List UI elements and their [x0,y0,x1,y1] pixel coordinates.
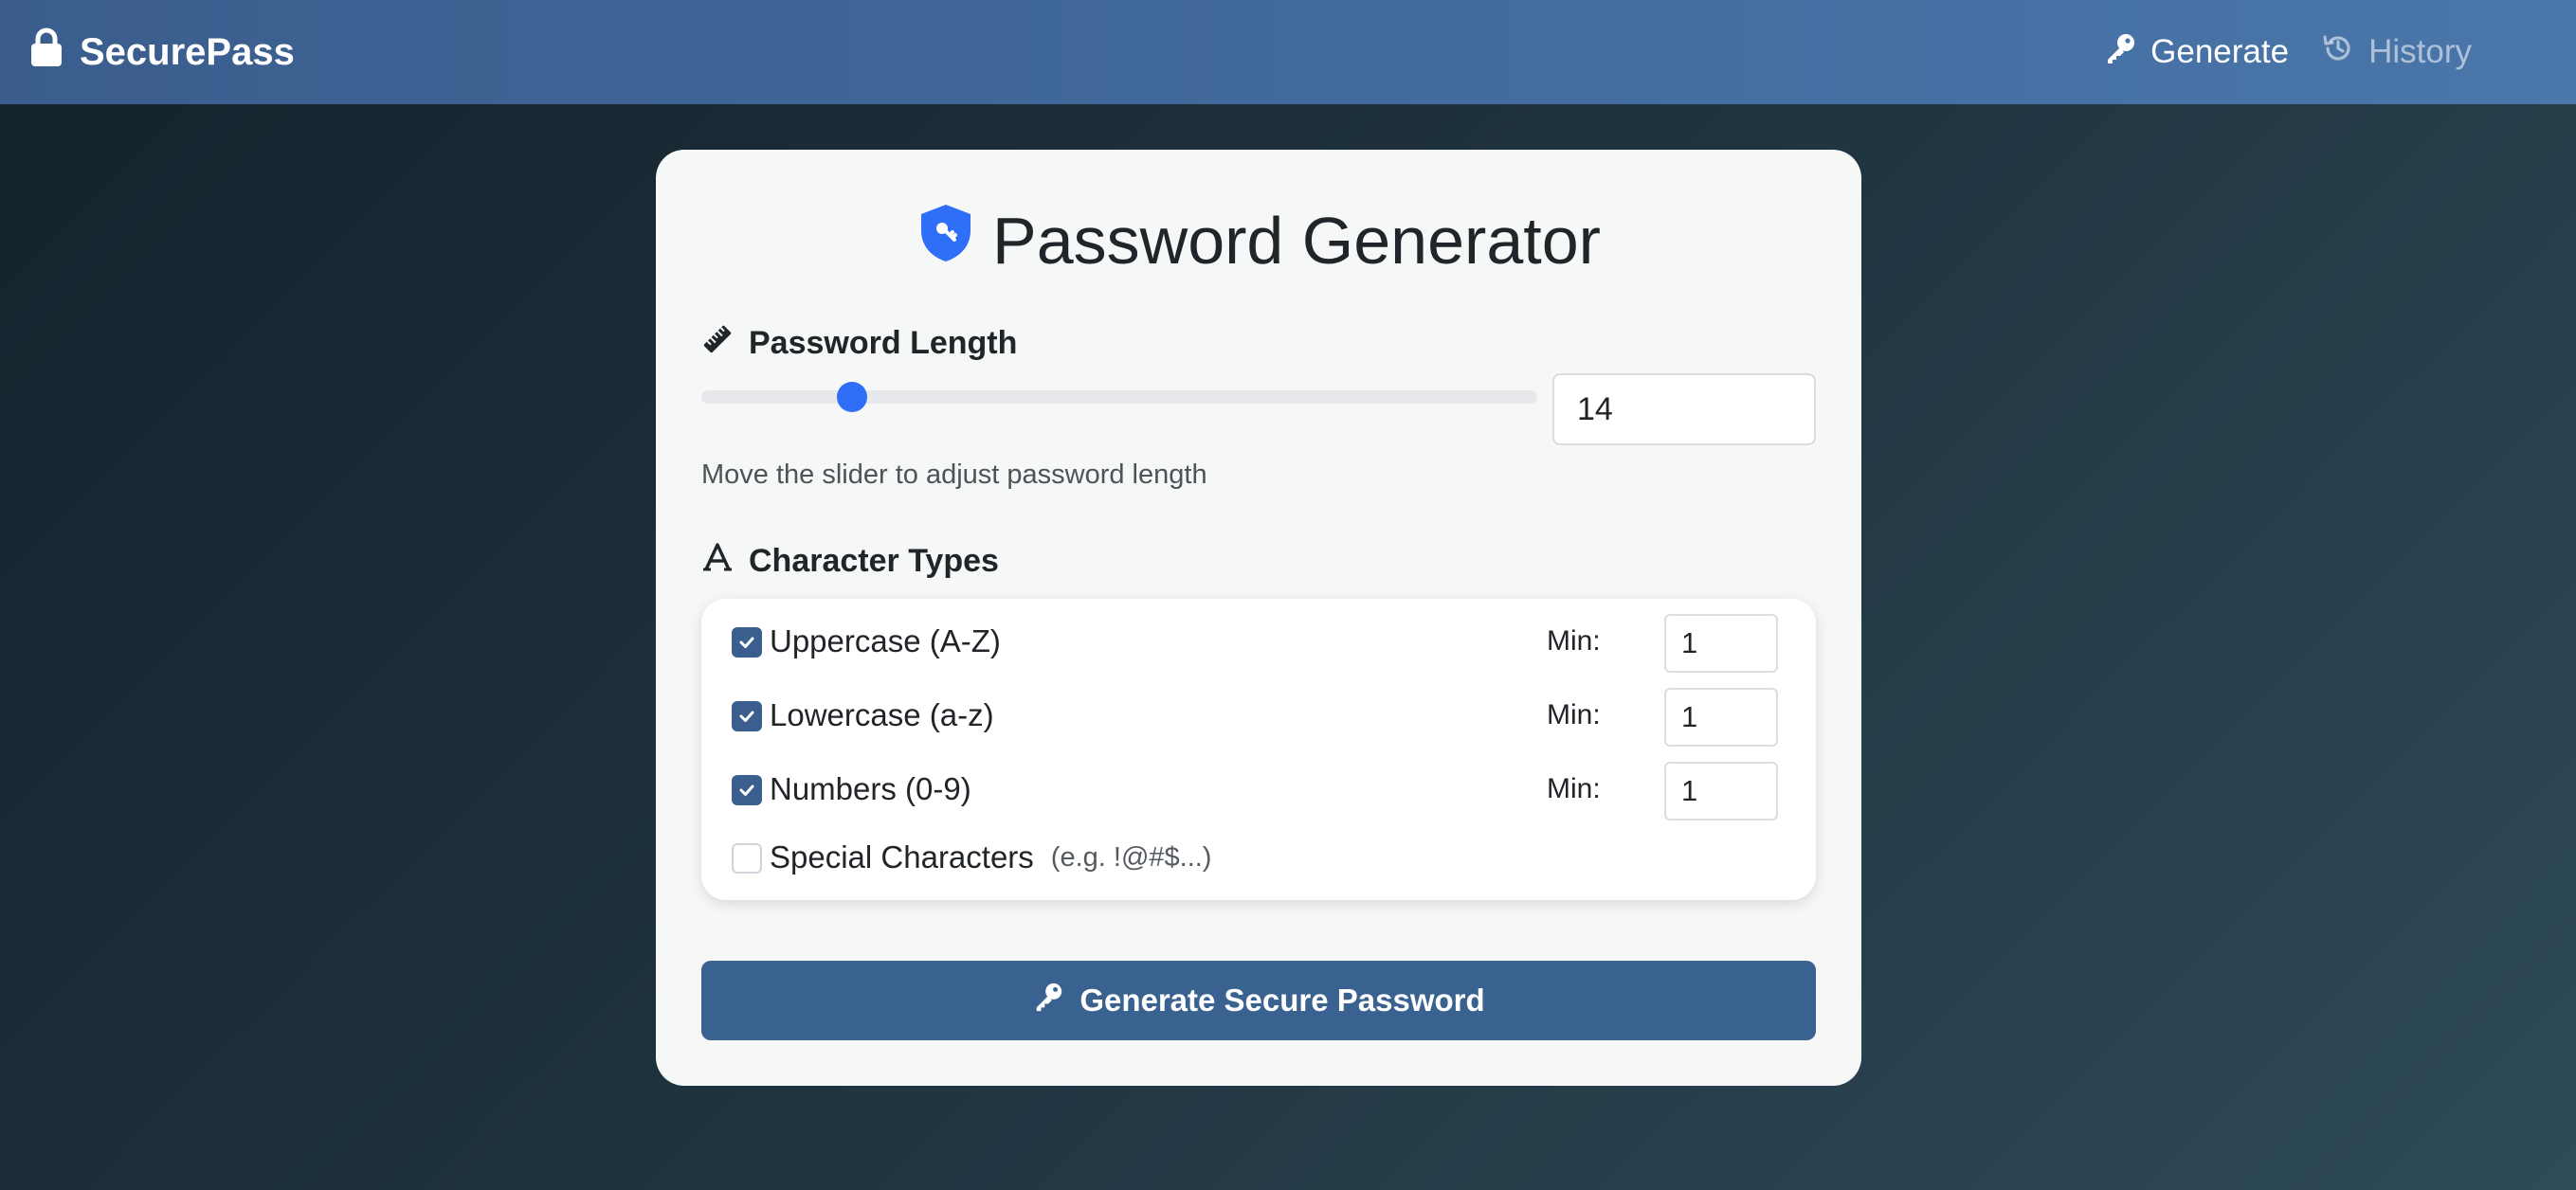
nav-link-generate[interactable]: Generate [2103,31,2289,74]
numbers-label[interactable]: Numbers (0-9) [770,756,971,822]
generator-card: Password Generator Password Length Move … [656,150,1861,1086]
special-hint: (e.g. !@#$...) [1050,841,1212,873]
special-label[interactable]: Special Characters (e.g. !@#$...) [770,824,1211,891]
check-icon [739,784,754,796]
section-label-text: Password Length [749,324,1018,361]
brand[interactable]: SecurePass [28,0,295,104]
lowercase-checkbox[interactable] [732,701,762,731]
type-row-special: Special Characters (e.g. !@#$...) [701,824,1816,891]
section-label-text: Character Types [749,542,999,579]
special-label-text: Special Characters [770,839,1034,874]
password-length-label: Password Length [701,315,1017,371]
type-row-numbers: Numbers (0-9) Min: [701,756,1816,822]
length-slider[interactable] [701,382,1537,412]
nav-link-label: History [2368,33,2472,70]
slider-thumb[interactable] [836,382,867,412]
min-label: Min: [1547,773,1601,804]
key-icon [2103,31,2137,74]
brand-name: SecurePass [80,30,295,73]
numbers-min-input[interactable] [1664,762,1778,820]
type-row-lowercase: Lowercase (a-z) Min: [701,682,1816,748]
ruler-icon [701,323,734,364]
min-label: Min: [1547,625,1601,657]
nav-link-history[interactable]: History [2321,31,2472,74]
lock-icon [28,27,64,77]
uppercase-checkbox[interactable] [732,627,762,658]
length-input[interactable] [1552,373,1816,445]
character-types-box: Uppercase (A-Z) Min: Lowercase (a-z) Min… [701,599,1816,900]
font-icon [701,541,734,582]
min-label: Min: [1547,699,1601,730]
title-text: Password Generator [992,204,1601,278]
special-checkbox[interactable] [732,843,762,874]
lowercase-label[interactable]: Lowercase (a-z) [770,682,994,748]
check-icon [739,637,754,648]
numbers-checkbox[interactable] [732,775,762,805]
navbar: SecurePass Generate History [0,0,2576,104]
key-icon [1032,981,1064,1020]
lowercase-min-input[interactable] [1664,688,1778,747]
shield-icon [916,202,975,279]
uppercase-label[interactable]: Uppercase (A-Z) [770,608,1001,675]
length-help-text: Move the slider to adjust password lengt… [701,459,1207,490]
history-icon [2321,31,2355,74]
character-types-label: Character Types [701,532,999,589]
uppercase-min-input[interactable] [1664,614,1778,673]
page-title: Password Generator [656,193,1861,288]
check-icon [739,711,754,722]
nav-link-label: Generate [2150,33,2290,70]
generate-button[interactable]: Generate Secure Password [701,961,1816,1040]
type-row-uppercase: Uppercase (A-Z) Min: [701,608,1816,675]
generate-button-label: Generate Secure Password [1079,983,1485,1018]
nav-links: Generate History [2103,0,2472,104]
